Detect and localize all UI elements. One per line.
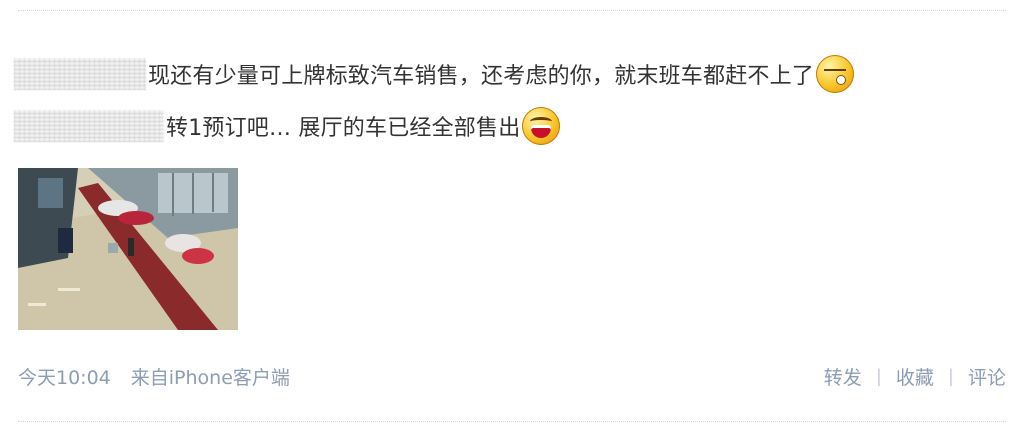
action-separator: | [947,365,954,387]
bottom-divider [18,421,1006,422]
laughing-face-icon [522,107,561,145]
post-line-1: 现还有少量可上牌标致汽车销售，还考虑的你，就末班车都赶不上了 [14,54,855,94]
showroom-photo [18,168,238,330]
sleepy-face-icon [816,55,855,93]
post-thumbnail-image[interactable] [18,168,238,330]
action-separator: | [875,365,882,387]
post-line-2: 转1预订吧… 展厅的车已经全部售出 [14,106,561,146]
redacted-username [14,58,146,90]
post-actions: 转发 | 收藏 | 评论 [824,363,1006,390]
comment-button[interactable]: 评论 [968,363,1006,390]
top-divider [18,10,1006,11]
post-text-line-2: 转1预订吧… 展厅的车已经全部售出 [166,116,521,141]
post-text-line-1: 现还有少量可上牌标致汽车销售，还考虑的你，就末班车都赶不上了 [148,64,815,89]
favorite-button[interactable]: 收藏 [896,363,934,390]
post-timestamp[interactable]: 今天10:04 [18,363,111,390]
post-footer: 今天10:04 来自iPhone客户端 转发 | 收藏 | 评论 [18,362,1006,390]
repost-button[interactable]: 转发 [824,363,862,390]
redacted-username [14,110,164,142]
post-source[interactable]: 来自iPhone客户端 [131,363,290,390]
